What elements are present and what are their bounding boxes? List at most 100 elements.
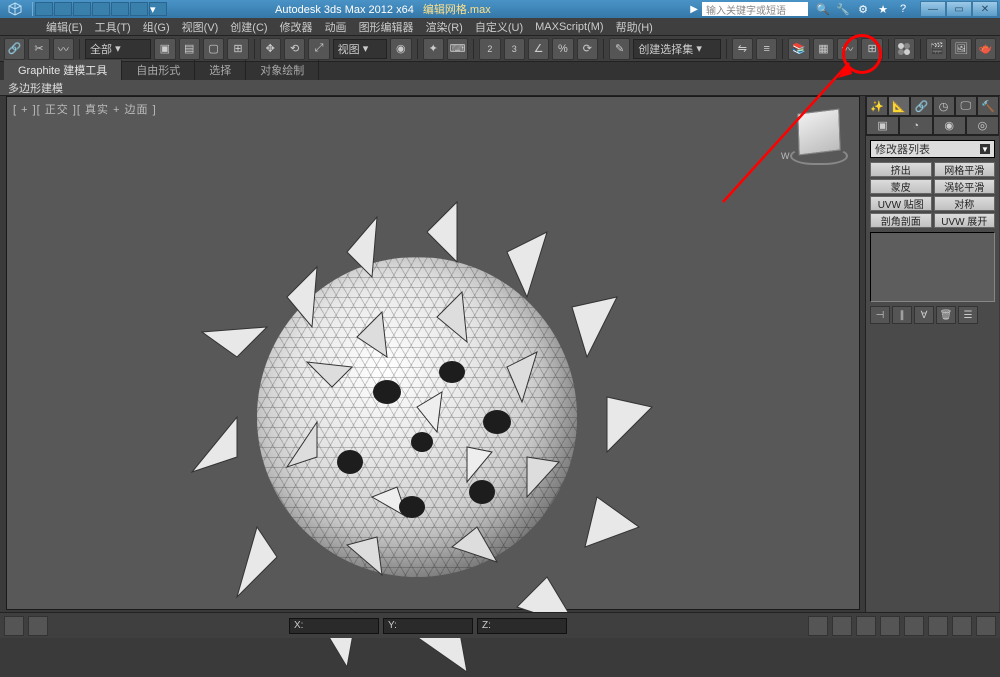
- menu-rendering[interactable]: 渲染(R): [420, 19, 469, 35]
- curve-editor-icon[interactable]: 〰: [837, 38, 858, 60]
- btn-turbosmooth[interactable]: 涡轮平滑: [934, 179, 996, 194]
- pin-stack-icon[interactable]: ⊣: [870, 306, 890, 324]
- qat-open-icon[interactable]: [54, 2, 72, 16]
- btn-uvw-map[interactable]: UVW 贴图: [870, 196, 932, 211]
- tab-freeform[interactable]: 自由形式: [122, 60, 195, 80]
- render-production-icon[interactable]: 🫖: [975, 38, 996, 60]
- qat-link-icon[interactable]: [130, 2, 148, 16]
- rendered-frame-icon[interactable]: 🖼: [950, 38, 971, 60]
- link-icon[interactable]: 🔗: [4, 38, 25, 60]
- bind-spacewarp-icon[interactable]: 〰: [53, 38, 74, 60]
- y-coord-field[interactable]: Y:: [383, 618, 473, 634]
- qat-save-icon[interactable]: [73, 2, 91, 16]
- sub-icon-4[interactable]: ◎: [966, 116, 999, 135]
- hierarchy-tab-icon[interactable]: 🔗: [910, 96, 932, 116]
- tab-selection[interactable]: 选择: [195, 60, 246, 80]
- mirror-icon[interactable]: ⇋: [732, 38, 753, 60]
- z-coord-field[interactable]: Z:: [477, 618, 567, 634]
- menu-group[interactable]: 组(G): [137, 19, 176, 35]
- btn-symmetry[interactable]: 对称: [934, 196, 996, 211]
- snap-3d-icon[interactable]: 3: [504, 38, 525, 60]
- schematic-view-icon[interactable]: ⊞: [861, 38, 882, 60]
- sub-icon-1[interactable]: ▣: [866, 116, 899, 135]
- search-icon[interactable]: 🔍: [814, 2, 832, 16]
- configure-sets-icon[interactable]: ☰: [958, 306, 978, 324]
- x-coord-field[interactable]: X:: [289, 618, 379, 634]
- maxscript-mini-listener[interactable]: [4, 616, 24, 636]
- prompt-area[interactable]: [28, 616, 48, 636]
- percent-snap-icon[interactable]: %: [552, 38, 573, 60]
- graphite-tools-icon[interactable]: ▦: [813, 38, 834, 60]
- spinner-snap-icon[interactable]: ⟳: [577, 38, 598, 60]
- maximize-button[interactable]: ▭: [946, 1, 972, 17]
- btn-skin[interactable]: 蒙皮: [870, 179, 932, 194]
- render-setup-icon[interactable]: 🎬: [926, 38, 947, 60]
- select-manipulate-icon[interactable]: ✦: [423, 38, 444, 60]
- qat-redo-icon[interactable]: [111, 2, 129, 16]
- qat-new-icon[interactable]: [35, 2, 53, 16]
- select-object-icon[interactable]: ▣: [154, 38, 175, 60]
- favorite-icon[interactable]: ★: [874, 2, 892, 16]
- select-scale-icon[interactable]: ⤢: [308, 38, 329, 60]
- qat-undo-icon[interactable]: [92, 2, 110, 16]
- help-icon[interactable]: ?: [894, 2, 912, 16]
- menu-graph-editors[interactable]: 图形编辑器: [353, 19, 420, 35]
- max-toggle-icon[interactable]: [976, 616, 996, 636]
- viewport-label[interactable]: [ + ][ 正交 ][ 真实 + 边面 ]: [13, 101, 157, 117]
- chevron-right-icon[interactable]: ▶: [690, 4, 698, 15]
- viewcube[interactable]: W: [789, 107, 849, 167]
- tab-object-paint[interactable]: 对象绘制: [246, 60, 319, 80]
- edit-named-sel-icon[interactable]: ✎: [609, 38, 630, 60]
- infocenter-tool-icon[interactable]: 🔧: [834, 2, 852, 16]
- selection-region-icon[interactable]: ▢: [203, 38, 224, 60]
- snap-2d-icon[interactable]: 2: [479, 38, 500, 60]
- communication-icon[interactable]: ⚙: [854, 2, 872, 16]
- display-tab-icon[interactable]: 🖵: [955, 96, 977, 116]
- ref-coord-dropdown[interactable]: 视图 ▾: [333, 39, 388, 59]
- zoom-icon[interactable]: [904, 616, 924, 636]
- polygon-modeling-panel[interactable]: 多边形建模: [0, 80, 1000, 96]
- select-by-name-icon[interactable]: ▤: [179, 38, 200, 60]
- sub-icon-2[interactable]: ◔: [899, 116, 932, 135]
- modifier-stack[interactable]: [870, 232, 995, 302]
- app-menu-icon[interactable]: [0, 0, 30, 18]
- window-crossing-icon[interactable]: ⊞: [227, 38, 248, 60]
- angle-snap-icon[interactable]: ∠: [528, 38, 549, 60]
- use-center-icon[interactable]: ◉: [390, 38, 411, 60]
- viewport[interactable]: [ + ][ 正交 ][ 真实 + 边面 ] W: [6, 96, 860, 610]
- btn-extrude[interactable]: 挤出: [870, 162, 932, 177]
- zoom-extents-icon[interactable]: [952, 616, 972, 636]
- unlink-icon[interactable]: ✂: [28, 38, 49, 60]
- material-editor-icon[interactable]: [894, 38, 915, 60]
- close-button[interactable]: ✕: [972, 1, 998, 17]
- menu-tools[interactable]: 工具(T): [89, 19, 137, 35]
- search-input[interactable]: 输入关键字或短语: [702, 2, 808, 16]
- layer-manager-icon[interactable]: 📚: [788, 38, 809, 60]
- qat-dropdown-icon[interactable]: ▾: [149, 2, 167, 16]
- make-unique-icon[interactable]: ∀: [914, 306, 934, 324]
- select-move-icon[interactable]: ✥: [260, 38, 281, 60]
- btn-bevel-profile[interactable]: 剖角剖面: [870, 213, 932, 228]
- menu-edit[interactable]: 编辑(E): [40, 19, 89, 35]
- tab-graphite-modeling[interactable]: Graphite 建模工具: [4, 60, 122, 80]
- align-icon[interactable]: ≡: [756, 38, 777, 60]
- isolate-selection-icon[interactable]: [808, 616, 828, 636]
- selection-lock-icon[interactable]: [832, 616, 852, 636]
- sub-icon-3[interactable]: ◉: [933, 116, 966, 135]
- named-selection-dropdown[interactable]: 创建选择集 ▾: [633, 39, 720, 59]
- menu-modifiers[interactable]: 修改器: [274, 19, 319, 35]
- arc-rotate-icon[interactable]: [880, 616, 900, 636]
- zoom-all-icon[interactable]: [928, 616, 948, 636]
- menu-maxscript[interactable]: MAXScript(M): [529, 21, 609, 33]
- menu-animation[interactable]: 动画: [319, 19, 353, 35]
- btn-meshsmooth[interactable]: 网格平滑: [934, 162, 996, 177]
- menu-customize[interactable]: 自定义(U): [469, 19, 529, 35]
- menu-create[interactable]: 创建(C): [224, 19, 273, 35]
- select-rotate-icon[interactable]: ⟲: [284, 38, 305, 60]
- modify-tab-icon[interactable]: 📐: [888, 96, 910, 116]
- modifier-list-dropdown[interactable]: 修改器列表▼: [870, 140, 995, 158]
- create-tab-icon[interactable]: ✨: [866, 96, 888, 116]
- remove-modifier-icon[interactable]: 🗑: [936, 306, 956, 324]
- motion-tab-icon[interactable]: ◷: [933, 96, 955, 116]
- btn-uvw-unwrap[interactable]: UVW 展开: [934, 213, 996, 228]
